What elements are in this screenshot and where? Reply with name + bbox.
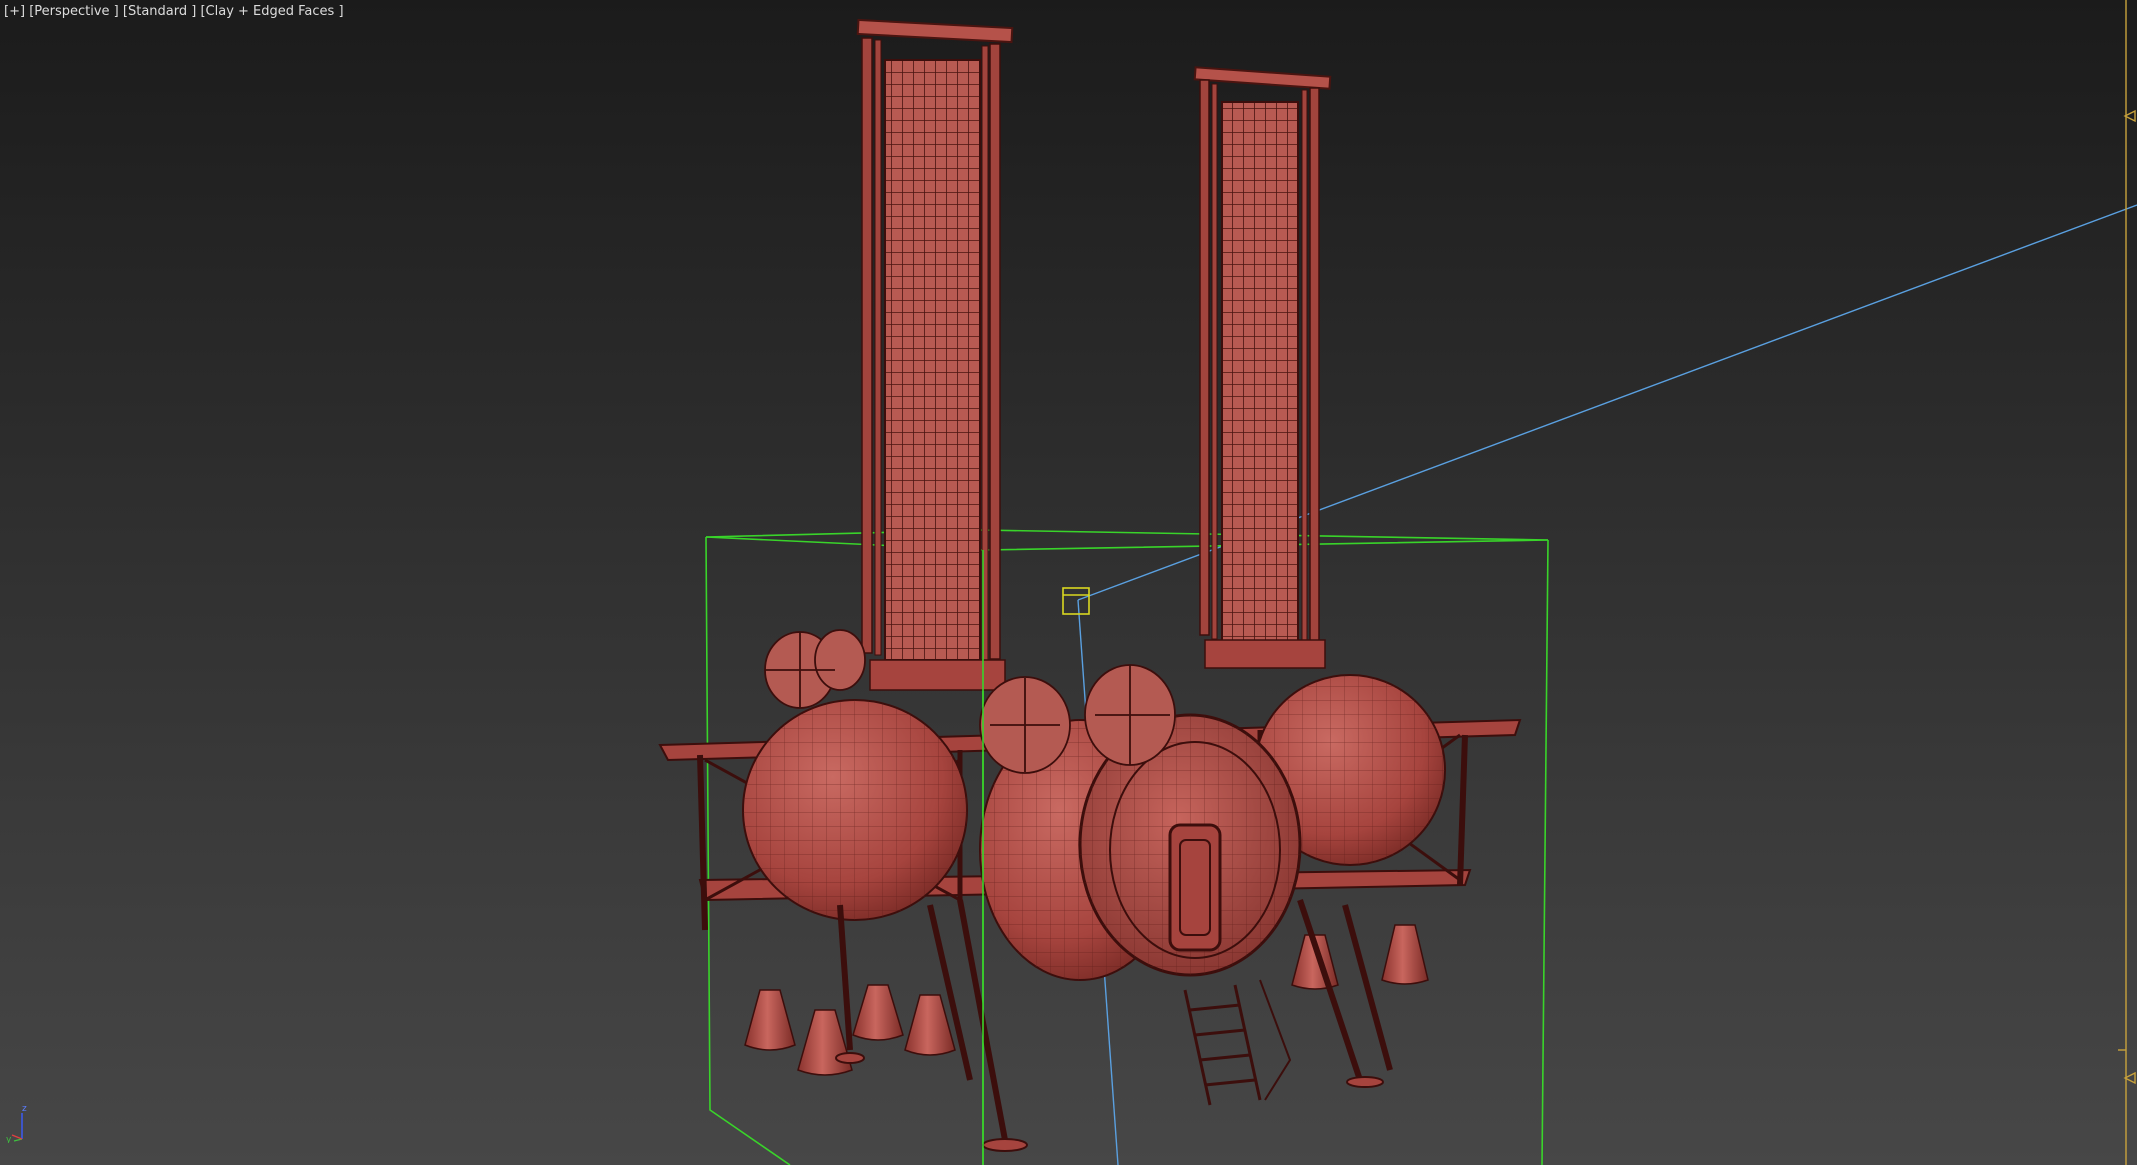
tank-left xyxy=(742,699,968,921)
axis-tripod-icon: z y xyxy=(6,1104,27,1143)
ladder xyxy=(1183,979,1292,1106)
light-icon xyxy=(1062,587,1090,615)
frame-marker-icon xyxy=(2118,0,2136,1165)
viewport-view-menu[interactable]: [Perspective ] xyxy=(29,4,119,19)
solar-panel-left xyxy=(856,18,1014,691)
perspective-viewport[interactable]: [+] [Perspective ] [Standard ] [Clay + E… xyxy=(0,0,2137,1165)
viewport-display-mode-menu[interactable]: [Clay + Edged Faces ] xyxy=(200,4,343,19)
viewport-shading-mode-menu[interactable]: [Standard ] xyxy=(123,4,196,19)
hatch-door xyxy=(1168,823,1222,952)
axis-label-y: y xyxy=(6,1135,12,1143)
lander-scene[interactable] xyxy=(0,0,2137,1165)
viewport-label[interactable]: [+] [Perspective ] [Standard ] [Clay + E… xyxy=(4,4,344,19)
solar-panel-right xyxy=(1193,66,1332,669)
axis-label-z: z xyxy=(22,1104,27,1114)
viewport-menu-plus[interactable]: [+] xyxy=(4,4,25,19)
